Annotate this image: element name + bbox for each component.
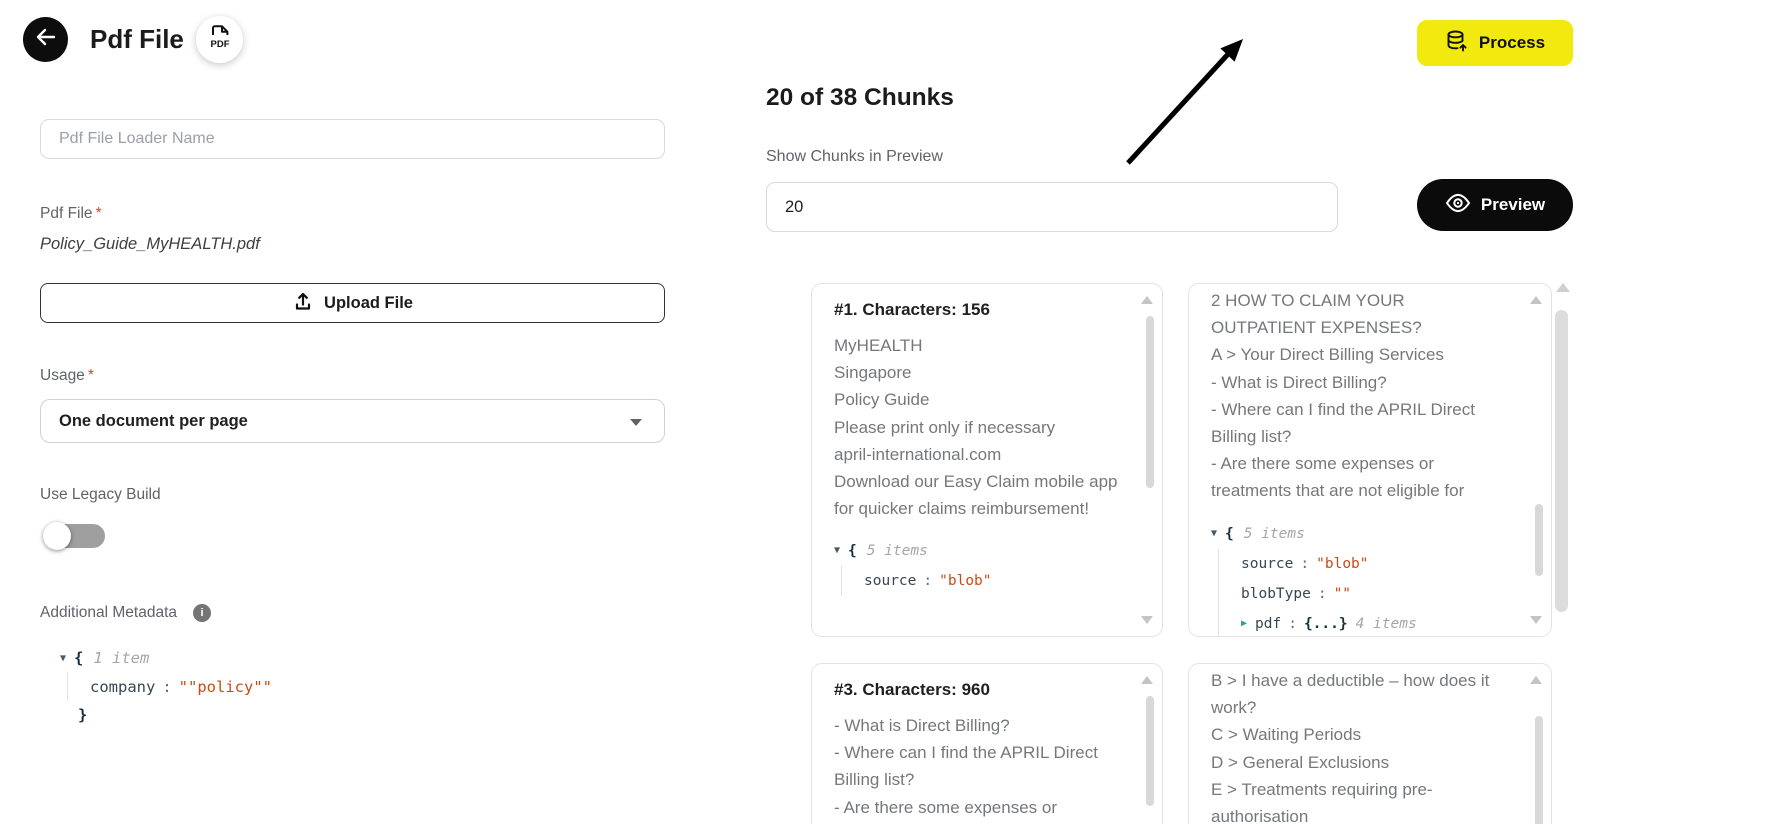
chunk-text-line: Please print only if necessary: [834, 417, 1056, 437]
upload-file-button[interactable]: Upload File: [40, 283, 665, 323]
legacy-build-label: Use Legacy Build: [40, 486, 161, 503]
chunk-text-line: D > General Exclusions: [1211, 752, 1390, 772]
show-chunks-input[interactable]: [766, 182, 1338, 232]
card-scrollbar-thumb[interactable]: [1535, 504, 1543, 576]
pdf-file-type-badge: PDF: [196, 16, 243, 63]
chunk-text-line: 2 HOW TO CLAIM YOUR: [1211, 291, 1405, 310]
chunk-text-line: - What is Direct Billing?: [834, 716, 1010, 735]
preview-button-label: Preview: [1480, 195, 1546, 214]
chunk-card-text: 2 HOW TO CLAIM YOUR OUTPATIENT EXPENSES? A…: [1211, 287, 1507, 505]
chunk-text-line: - What is Direct Billing?: [1211, 372, 1387, 392]
chunk-card-4: B > I have a deductible – how does it wo…: [1188, 663, 1552, 824]
chunk-card-title: #3. Characters: 960: [834, 680, 990, 699]
metadata-json-tree: ▼{1 item company: ""policy"" }: [60, 644, 272, 729]
card-scrollbar-thumb[interactable]: [1535, 716, 1543, 824]
chunks-count-heading: 20 of 38 Chunks: [766, 84, 954, 111]
chunk-text-line: Singapore: [834, 363, 912, 383]
json-expand-icon[interactable]: ▼: [834, 536, 848, 566]
chunk-card-1: #1. Characters: 156 MyHEALTH Singapore Pol…: [811, 283, 1163, 637]
uploaded-file-name: Policy_Guide_MyHEALTH.pdf: [40, 235, 260, 253]
scroll-down-icon[interactable]: [1141, 616, 1153, 624]
scroll-up-icon[interactable]: [1530, 296, 1542, 304]
process-button-label: Process: [1478, 33, 1546, 52]
scrollbar-thumb[interactable]: [1555, 310, 1568, 612]
chunk-text-line: MyHEALTH: [834, 336, 923, 355]
process-button[interactable]: Process: [1417, 20, 1573, 66]
chunk-text-line: - Are there some expenses or treatments …: [1211, 454, 1465, 501]
scroll-up-icon[interactable]: [1530, 676, 1542, 684]
upload-icon: [292, 290, 314, 317]
legacy-build-toggle[interactable]: [43, 522, 105, 550]
pdf-file-label: Pdf File *: [40, 205, 102, 222]
scroll-up-icon[interactable]: [1141, 296, 1153, 304]
chunk-text-line: E > Treatments requiring pre-authorisati…: [1211, 779, 1433, 824]
back-button[interactable]: [23, 17, 68, 62]
chunk-card-2: 2 HOW TO CLAIM YOUR OUTPATIENT EXPENSES? A…: [1188, 283, 1552, 637]
chunk-text-line: for quicker claims reimbursement!: [834, 499, 1090, 519]
toggle-thumb: [43, 522, 71, 550]
show-chunks-label: Show Chunks in Preview: [766, 148, 943, 165]
database-upload-icon: [1445, 29, 1469, 58]
chunk-json-tree: ▼{5 items source: "blob" blobType: "" ▶ pdf…: [1211, 519, 1507, 637]
preview-button[interactable]: Preview: [1417, 179, 1573, 231]
chunk-text-line: OUTPATIENT EXPENSES?: [1211, 318, 1422, 338]
info-icon[interactable]: i: [193, 604, 212, 622]
page-title: Pdf File: [90, 24, 184, 54]
chunk-text-line: C > Waiting Periods: [1211, 725, 1362, 745]
chunk-text-line: B > I have a deductible – how does it wo…: [1211, 671, 1490, 718]
chunk-card-3: #3. Characters: 960 - What is Direct Bil…: [811, 663, 1163, 824]
chunk-card-text: B > I have a deductible – how does it wo…: [1211, 667, 1507, 824]
chunks-list-scrollbar[interactable]: [1554, 283, 1570, 823]
required-asterisk: *: [87, 367, 94, 384]
required-asterisk: *: [95, 205, 102, 222]
chunk-text-line: - Where can I find the APRIL Direct Bill…: [1211, 399, 1475, 446]
scroll-up-icon[interactable]: [1556, 283, 1570, 292]
usage-select[interactable]: One document per page: [40, 399, 665, 443]
chunk-text-line: - Where can I find the APRIL Direct Bill…: [834, 743, 1098, 790]
chevron-down-icon: [630, 419, 642, 426]
loader-name-input[interactable]: [40, 119, 665, 159]
chunk-text-line: A > Your Direct Billing Services: [1211, 345, 1444, 365]
usage-selected-value: One document per page: [59, 411, 248, 430]
json-collapsed-icon[interactable]: ▶: [1241, 609, 1255, 637]
json-expand-icon[interactable]: ▼: [60, 645, 74, 673]
chunk-text-line: april-international.com: [834, 444, 1002, 464]
pdf-document-icon: PDF: [207, 23, 233, 56]
pdf-file-loader-page: Pdf File PDF Process Pdf File*: [0, 0, 1776, 824]
chunk-text-line: Download our Easy Claim mobile app: [834, 471, 1118, 491]
additional-metadata-label: Additional Metadata: [40, 604, 178, 621]
scroll-down-icon[interactable]: [1530, 616, 1542, 624]
card-scrollbar-thumb[interactable]: [1146, 316, 1154, 488]
chunk-card-text: - What is Direct Billing? - Where can I f…: [834, 712, 1118, 821]
svg-text:PDF: PDF: [210, 39, 229, 50]
annotation-arrow: [1126, 39, 1243, 165]
chunk-card-text: MyHEALTH Singapore Policy Guide Please prin…: [834, 332, 1118, 522]
chunk-text-line: - Are there some expenses or: [834, 797, 1058, 817]
json-expand-icon[interactable]: ▼: [1211, 519, 1225, 549]
card-scrollbar-thumb[interactable]: [1146, 696, 1154, 806]
scroll-up-icon[interactable]: [1141, 676, 1153, 684]
eye-icon: [1445, 190, 1471, 221]
usage-label: Usage *: [40, 367, 94, 384]
chunk-card-title: #1. Characters: 156: [834, 300, 990, 319]
upload-button-label: Upload File: [324, 293, 413, 312]
chunk-json-tree: ▼{5 items source: "blob": [834, 536, 1118, 597]
arrow-left-icon: [34, 25, 58, 54]
chunk-text-line: Policy Guide: [834, 390, 930, 410]
